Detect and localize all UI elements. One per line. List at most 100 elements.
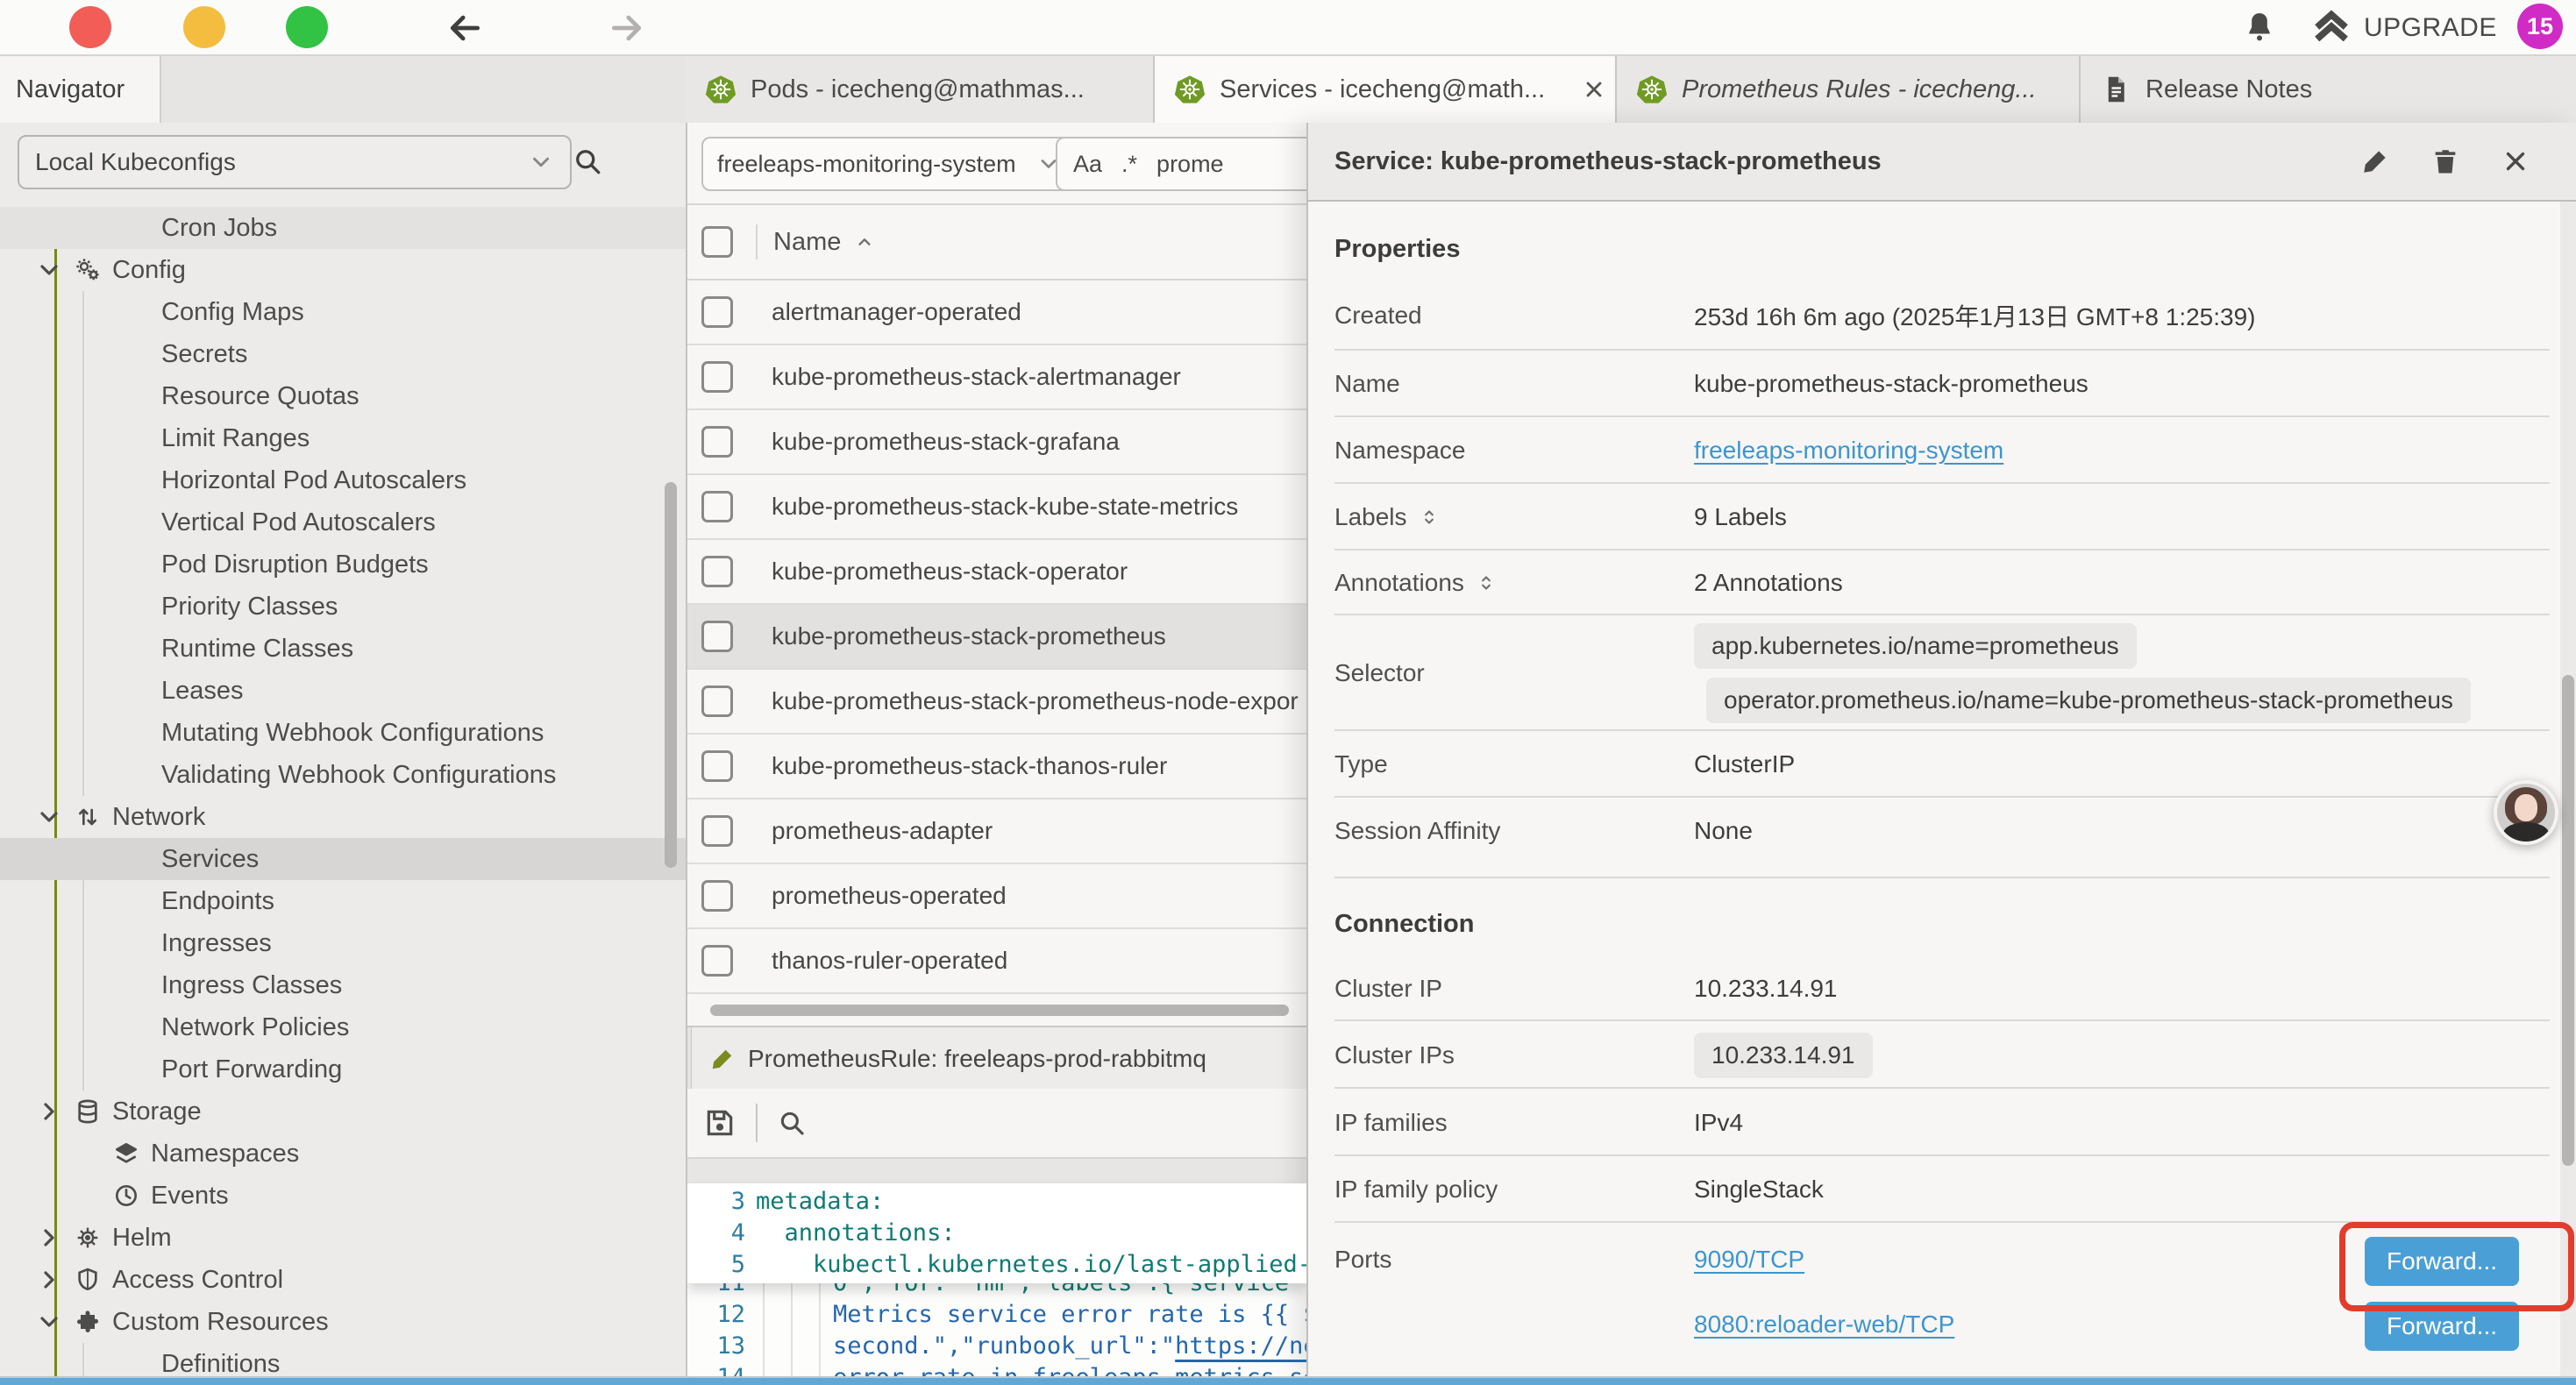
- chevdown-icon[interactable]: [35, 256, 63, 284]
- sidebar-scrollbar[interactable]: [665, 482, 677, 868]
- tree-item[interactable]: Access Control: [0, 1259, 686, 1301]
- filter-regex-toggle[interactable]: .*: [1121, 151, 1137, 178]
- filter-input[interactable]: Aa .* prome: [1056, 137, 1306, 191]
- tree-item[interactable]: Pod Disruption Budgets: [0, 543, 686, 586]
- tree-item[interactable]: Services: [0, 838, 686, 880]
- db-icon: [74, 1097, 102, 1126]
- row-checkbox[interactable]: [701, 880, 733, 912]
- sort-ascending-icon[interactable]: [853, 231, 876, 253]
- tab-item[interactable]: Release Notes: [2081, 56, 2576, 123]
- close-tab-icon[interactable]: [1582, 77, 1606, 102]
- kubeconfig-select[interactable]: Local Kubeconfigs: [18, 135, 572, 189]
- minimize-window-button[interactable]: [183, 6, 225, 48]
- row-checkbox[interactable]: [701, 296, 733, 328]
- name-column-header[interactable]: Name: [773, 228, 841, 257]
- tree-item[interactable]: Definitions: [0, 1343, 686, 1376]
- tree-item[interactable]: Ingresses: [0, 922, 686, 964]
- table-row[interactable]: kube-prometheus-stack-alertmanager: [687, 345, 1306, 410]
- forward-button[interactable]: [608, 9, 646, 47]
- upgrade-button[interactable]: UPGRADE: [2364, 13, 2497, 43]
- port-link[interactable]: 9090/TCP: [1694, 1235, 1804, 1284]
- tree-item[interactable]: Priority Classes: [0, 586, 686, 628]
- notification-count-badge[interactable]: 15: [2517, 4, 2563, 49]
- upgrade-icon[interactable]: [2311, 8, 2352, 48]
- sidebar-search-icon[interactable]: [572, 146, 603, 177]
- tree-item[interactable]: Port Forwarding: [0, 1048, 686, 1090]
- close-panel-icon[interactable]: [2501, 146, 2530, 176]
- search-icon[interactable]: [777, 1108, 807, 1138]
- tree-item[interactable]: Endpoints: [0, 880, 686, 922]
- horizontal-scrollbar[interactable]: [710, 1005, 1289, 1016]
- row-checkbox[interactable]: [701, 556, 733, 587]
- row-checkbox[interactable]: [701, 361, 733, 393]
- yaml-editor[interactable]: 11 0", for: "nm", labels :{ service": 12…: [687, 1183, 1306, 1376]
- tree-item[interactable]: Runtime Classes: [0, 628, 686, 670]
- port-link[interactable]: 8080:reloader-web/TCP: [1694, 1300, 1954, 1349]
- table-row[interactable]: kube-prometheus-stack-operator: [687, 540, 1306, 605]
- tab-navigator[interactable]: Navigator: [0, 56, 161, 123]
- tab-item[interactable]: Pods - icecheng@mathmas...: [686, 56, 1155, 123]
- table-row[interactable]: thanos-ruler-operated: [687, 929, 1306, 994]
- tree-item[interactable]: Secrets: [0, 333, 686, 375]
- table-row[interactable]: alertmanager-operated: [687, 281, 1306, 345]
- chevright-icon[interactable]: [35, 1097, 63, 1126]
- table-row[interactable]: prometheus-operated: [687, 864, 1306, 929]
- tree-item[interactable]: Network: [0, 796, 686, 838]
- chevright-icon[interactable]: [35, 1224, 63, 1252]
- chevdown-icon[interactable]: [35, 803, 63, 831]
- sort-updown-icon[interactable]: [1475, 572, 1498, 594]
- row-checkbox[interactable]: [701, 491, 733, 522]
- chevdown-icon[interactable]: [35, 1308, 63, 1336]
- delete-trash-icon[interactable]: [2430, 146, 2460, 176]
- save-icon[interactable]: [703, 1106, 737, 1140]
- select-all-checkbox[interactable]: [701, 226, 733, 258]
- tree-item[interactable]: Resource Quotas: [0, 375, 686, 417]
- row-checkbox[interactable]: [701, 426, 733, 458]
- table-row[interactable]: kube-prometheus-stack-kube-state-metrics: [687, 475, 1306, 540]
- tree-item[interactable]: Helm: [0, 1217, 686, 1259]
- tree-item[interactable]: Vertical Pod Autoscalers: [0, 501, 686, 543]
- tree-item[interactable]: Validating Webhook Configurations: [0, 754, 686, 796]
- tree-item[interactable]: Limit Ranges: [0, 417, 686, 459]
- detail-scrollbar-track[interactable]: [2560, 202, 2576, 1376]
- annotations-count[interactable]: 2 Annotations: [1694, 569, 1843, 597]
- tree-item[interactable]: Storage: [0, 1090, 686, 1133]
- tree-item[interactable]: Ingress Classes: [0, 964, 686, 1006]
- back-button[interactable]: [445, 9, 484, 47]
- tab-item[interactable]: Prometheus Rules - icecheng...: [1617, 56, 2081, 123]
- tree-item[interactable]: Custom Resources: [0, 1301, 686, 1343]
- tree-item[interactable]: Cron Jobs: [0, 207, 686, 249]
- tree-item[interactable]: Config: [0, 249, 686, 291]
- row-checkbox[interactable]: [701, 815, 733, 847]
- zoom-window-button[interactable]: [286, 6, 328, 48]
- detail-scrollbar-thumb[interactable]: [2562, 675, 2574, 1166]
- tree-item[interactable]: Namespaces: [0, 1133, 686, 1175]
- close-window-button[interactable]: [69, 6, 111, 48]
- namespace-link[interactable]: freeleaps-monitoring-system: [1694, 437, 2003, 465]
- table-row[interactable]: prometheus-adapter: [687, 799, 1306, 864]
- sort-updown-icon[interactable]: [1418, 506, 1441, 529]
- row-checkbox[interactable]: [701, 621, 733, 652]
- tree-item[interactable]: Network Policies: [0, 1006, 686, 1048]
- editor-tab-prometheusrule[interactable]: PrometheusRule: freeleaps-prod-rabbitmq: [691, 1027, 1306, 1090]
- row-checkbox[interactable]: [701, 945, 733, 977]
- labels-count[interactable]: 9 Labels: [1694, 503, 1787, 531]
- tree-item[interactable]: Config Maps: [0, 291, 686, 333]
- row-checkbox[interactable]: [701, 750, 733, 782]
- filter-case-toggle[interactable]: Aa: [1073, 151, 1102, 178]
- namespace-select[interactable]: freeleaps-monitoring-system: [701, 137, 1077, 191]
- edit-pencil-icon[interactable]: [2360, 146, 2390, 176]
- chevright-icon[interactable]: [35, 1266, 63, 1294]
- tree-item[interactable]: Horizontal Pod Autoscalers: [0, 459, 686, 501]
- tab-item[interactable]: Services - icecheng@math...: [1155, 56, 1617, 123]
- avatar[interactable]: [2494, 780, 2558, 845]
- table-row[interactable]: kube-prometheus-stack-thanos-ruler: [687, 735, 1306, 799]
- table-row[interactable]: kube-prometheus-stack-grafana: [687, 410, 1306, 475]
- row-checkbox[interactable]: [701, 685, 733, 717]
- tree-item[interactable]: Events: [0, 1175, 686, 1217]
- notifications-bell-icon[interactable]: [2242, 10, 2277, 45]
- table-row[interactable]: kube-prometheus-stack-prometheus-node-ex…: [687, 670, 1306, 735]
- tree-item[interactable]: Leases: [0, 670, 686, 712]
- table-row[interactable]: kube-prometheus-stack-prometheus: [687, 605, 1306, 670]
- tree-item[interactable]: Mutating Webhook Configurations: [0, 712, 686, 754]
